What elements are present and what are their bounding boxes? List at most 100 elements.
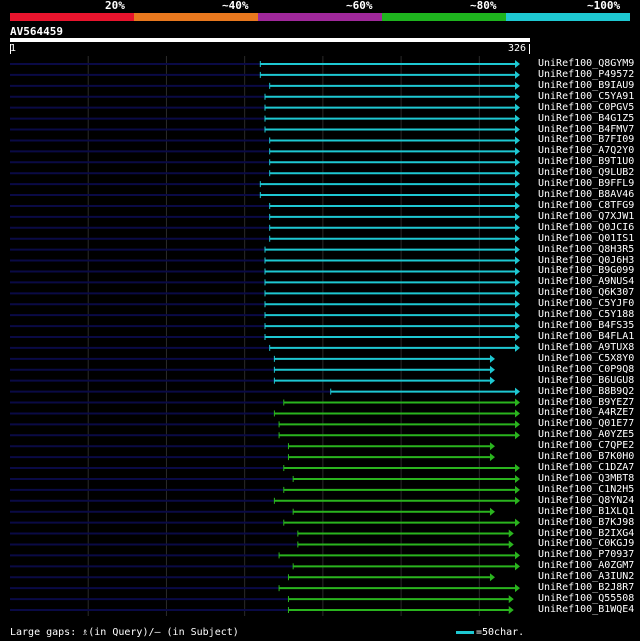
arrow-icon — [515, 518, 520, 527]
arrow-icon — [489, 573, 495, 582]
arrow-icon — [489, 365, 495, 374]
hit-label[interactable]: UniRef100_Q0J6H3 — [538, 255, 634, 266]
hit-label[interactable]: UniRef100_B4G1Z5 — [538, 113, 634, 124]
hit-label[interactable]: UniRef100_C5YA91 — [538, 91, 634, 102]
arrow-icon — [515, 136, 520, 145]
hit-label[interactable]: UniRef100_C0P9Q8 — [538, 364, 634, 375]
arrow-icon — [515, 289, 520, 298]
hit-label[interactable]: UniRef100_B7KJ98 — [538, 517, 634, 528]
arrow-icon — [515, 387, 520, 396]
hit-label[interactable]: UniRef100_B4FS35 — [538, 320, 634, 331]
hit-label[interactable]: UniRef100_A9NUS4 — [538, 276, 634, 287]
hit-label[interactable]: UniRef100_B7K0H0 — [538, 451, 634, 462]
hit-label[interactable]: UniRef100_C5Y188 — [538, 309, 634, 320]
arrow-icon — [515, 431, 520, 440]
arrow-icon — [515, 158, 520, 167]
hit-label[interactable]: UniRef100_Q9LUB2 — [538, 167, 634, 178]
arrow-icon — [515, 245, 520, 254]
arrow-icon — [515, 551, 520, 560]
hit-label[interactable]: UniRef100_A0ZGM7 — [538, 560, 634, 571]
hit-label[interactable]: UniRef100_B9T1U0 — [538, 156, 634, 167]
arrow-icon — [515, 464, 520, 473]
arrow-icon — [489, 453, 495, 462]
legend-label: ~60% — [346, 0, 373, 12]
arrow-icon — [515, 322, 520, 331]
arrow-icon — [515, 60, 520, 68]
hit-label[interactable]: UniRef100_B8AV46 — [538, 189, 634, 200]
hit-label[interactable]: UniRef100_A4RZE7 — [538, 407, 634, 418]
arrow-icon — [515, 169, 520, 178]
hit-label[interactable]: UniRef100_C0KGJ9 — [538, 538, 634, 549]
hit-label[interactable]: UniRef100_B8B9Q2 — [538, 386, 634, 397]
hit-label[interactable]: UniRef100_C0PGV5 — [538, 102, 634, 113]
arrow-icon — [515, 81, 520, 90]
scale-legend: =50char. — [456, 627, 524, 639]
hit-label[interactable]: UniRef100_C7QPE2 — [538, 440, 634, 451]
hit-label[interactable]: UniRef100_C5X8Y0 — [538, 353, 634, 364]
hit-label[interactable]: UniRef100_C8TFG9 — [538, 200, 634, 211]
hit-label[interactable]: UniRef100_Q8H3R5 — [538, 244, 634, 255]
hit-label[interactable]: UniRef100_Q55508 — [538, 593, 634, 604]
hit-label[interactable]: UniRef100_B9YEZ7 — [538, 397, 634, 408]
arrow-icon — [515, 485, 520, 494]
hit-label[interactable]: UniRef100_B4FMV7 — [538, 124, 634, 135]
hit-label[interactable]: UniRef100_B1WQE4 — [538, 604, 634, 615]
hit-label[interactable]: UniRef100_A0YZE5 — [538, 429, 634, 440]
hit-label[interactable]: UniRef100_B2J8R7 — [538, 582, 634, 593]
hit-label[interactable]: UniRef100_Q01E77 — [538, 418, 634, 429]
arrow-icon — [515, 562, 520, 571]
arrow-icon — [515, 311, 520, 320]
hit-label[interactable]: UniRef100_Q7XJW1 — [538, 211, 634, 222]
arrow-icon — [515, 212, 520, 221]
arrow-icon — [515, 70, 520, 79]
hit-label[interactable]: UniRef100_Q8GYM9 — [538, 58, 634, 69]
arrow-icon — [508, 540, 514, 549]
hit-label[interactable]: UniRef100_B9FFL9 — [538, 178, 634, 189]
hit-label[interactable]: UniRef100_Q3MBT8 — [538, 473, 634, 484]
arrow-icon — [515, 234, 520, 243]
arrow-icon — [515, 103, 520, 112]
arrow-icon — [508, 529, 514, 538]
arrow-icon — [508, 595, 514, 604]
arrow-icon — [515, 496, 520, 505]
arrow-icon — [515, 92, 520, 101]
scale-legend-text: =50char. — [476, 627, 525, 638]
arrow-icon — [515, 256, 520, 265]
legend-label: ~80% — [470, 0, 497, 12]
arrow-icon — [515, 398, 520, 407]
hit-label[interactable]: UniRef100_B1XLQ1 — [538, 506, 634, 517]
hit-label[interactable]: UniRef100_C1DZA7 — [538, 462, 634, 473]
hit-label[interactable]: UniRef100_Q01IS1 — [538, 233, 634, 244]
hit-label[interactable]: UniRef100_A9TUX8 — [538, 342, 634, 353]
hit-label[interactable]: UniRef100_Q8YN24 — [538, 495, 634, 506]
large-gaps-legend: Large gaps: ♗(in Query)/― (in Subject) — [10, 627, 239, 638]
hit-label[interactable]: UniRef100_A7Q2Y0 — [538, 145, 634, 156]
arrow-icon — [515, 267, 520, 276]
hit-label[interactable]: UniRef100_C5YJF0 — [538, 298, 634, 309]
hit-label[interactable]: UniRef100_Q0JCI6 — [538, 222, 634, 233]
hit-label[interactable]: UniRef100_A3IUN2 — [538, 571, 634, 582]
hit-label[interactable]: UniRef100_B7FI09 — [538, 134, 634, 145]
arrow-icon — [508, 606, 514, 614]
hit-label[interactable]: UniRef100_B9G099 — [538, 265, 634, 276]
hit-label[interactable]: UniRef100_P70937 — [538, 549, 634, 560]
arrow-icon — [489, 507, 495, 516]
hit-label[interactable]: UniRef100_B2IXG4 — [538, 528, 634, 539]
hit-label[interactable]: UniRef100_B9IAU9 — [538, 80, 634, 91]
arrow-icon — [515, 180, 520, 189]
hit-label[interactable]: UniRef100_B4FLA1 — [538, 331, 634, 342]
legend-label: ~40% — [222, 0, 249, 12]
arrow-icon — [515, 114, 520, 123]
arrow-icon — [515, 333, 520, 341]
hit-label[interactable]: UniRef100_B6UGU8 — [538, 375, 634, 386]
hit-label[interactable]: UniRef100_C1N2H5 — [538, 484, 634, 495]
arrow-icon — [515, 191, 520, 200]
hit-label[interactable]: UniRef100_Q6K307 — [538, 287, 634, 298]
arrow-icon — [515, 409, 520, 418]
arrow-icon — [515, 278, 520, 287]
arrow-icon — [515, 420, 520, 429]
hit-label[interactable]: UniRef100_P49572 — [538, 69, 634, 80]
arrow-icon — [515, 223, 520, 232]
legend-label: ~100% — [587, 0, 621, 12]
arrow-icon — [515, 125, 520, 134]
